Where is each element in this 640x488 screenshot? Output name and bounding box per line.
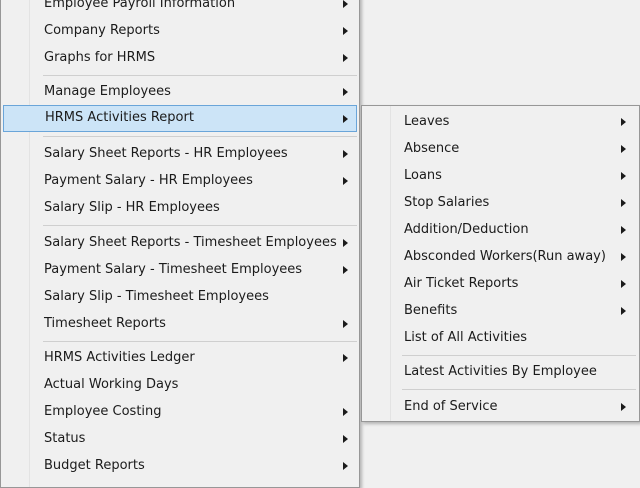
menu-item-salary-sheet-reports-timesheet[interactable]: Salary Sheet Reports - Timesheet Employe… (2, 230, 356, 255)
menu-item-label: Addition/Deduction (404, 222, 529, 237)
menu-item-label: Loans (404, 168, 442, 183)
submenu-arrow-icon (343, 319, 348, 328)
submenu-arrow-icon (621, 198, 626, 207)
menu-item-label: Salary Sheet Reports - HR Employees (44, 146, 288, 161)
menu-item-label: Salary Slip - Timesheet Employees (44, 289, 269, 304)
menu-item-label: HRMS Activities Report (45, 110, 194, 125)
menu-item-label: Salary Sheet Reports - Timesheet Employe… (44, 235, 337, 250)
submenu-item-absence[interactable]: Absence (363, 136, 636, 161)
menu-item-salary-sheet-reports-hr[interactable]: Salary Sheet Reports - HR Employees (2, 141, 356, 166)
submenu-hrms-activities-report: Leaves Absence Loans Stop Salaries Addit… (361, 105, 640, 422)
menu-item-label: Stop Salaries (404, 195, 490, 210)
menu-item-status[interactable]: Status (2, 426, 356, 451)
menu-item-employee-costing[interactable]: Employee Costing (2, 399, 356, 424)
menu-item-label: Employee Payroll Information (44, 0, 236, 11)
submenu-arrow-icon (621, 171, 626, 180)
menu-item-label: Payment Salary - HR Employees (44, 173, 253, 188)
menu-item-payment-salary-timesheet[interactable]: Payment Salary - Timesheet Employees (2, 257, 356, 282)
context-menu: Employee Payroll Information Company Rep… (0, 0, 360, 488)
menu-item-salary-slip-hr[interactable]: Salary Slip - HR Employees (2, 195, 356, 220)
menu-separator (402, 389, 636, 390)
menu-item-label: Payment Salary - Timesheet Employees (44, 262, 303, 277)
menu-item-company-reports[interactable]: Company Reports (2, 18, 356, 43)
submenu-item-addition-deduction[interactable]: Addition/Deduction (363, 217, 636, 242)
submenu-arrow-icon (343, 26, 348, 35)
menu-item-manage-employees[interactable]: Manage Employees (2, 79, 356, 104)
menu-item-payment-salary-hr[interactable]: Payment Salary - HR Employees (2, 168, 356, 193)
menu-separator (43, 136, 357, 137)
menu-item-label: Budget Reports (44, 458, 145, 473)
menu-item-label: Air Ticket Reports (404, 276, 519, 291)
submenu-item-absconded-workers[interactable]: Absconded Workers(Run away) (363, 244, 636, 269)
submenu-item-latest-activities-by-employee[interactable]: Latest Activities By Employee (363, 359, 636, 384)
menu-item-label: Absconded Workers(Run away) (404, 249, 606, 264)
menu-item-label: Actual Working Days (44, 377, 179, 392)
menu-item-label: Status (44, 431, 86, 446)
menu-item-label: Leaves (404, 114, 450, 129)
submenu-arrow-icon (621, 117, 626, 126)
menu-item-graphs-for-hrms[interactable]: Graphs for HRMS (2, 45, 356, 70)
menu-item-label: Latest Activities By Employee (404, 364, 597, 379)
submenu-arrow-icon (343, 0, 348, 8)
menu-item-employee-payroll-information[interactable]: Employee Payroll Information (2, 0, 356, 16)
menu-item-label: List of All Activities (404, 330, 528, 345)
submenu-arrow-icon (621, 225, 626, 234)
menu-separator (43, 75, 357, 76)
submenu-arrow-icon (343, 87, 348, 96)
menu-item-label: Employee Costing (44, 404, 162, 419)
menu-item-budget-reports[interactable]: Budget Reports (2, 453, 356, 478)
submenu-item-leaves[interactable]: Leaves (363, 109, 636, 134)
submenu-arrow-icon (621, 144, 626, 153)
submenu-arrow-icon (343, 176, 348, 185)
menu-item-label: HRMS Activities Ledger (44, 350, 195, 365)
menu-item-label: Salary Slip - HR Employees (44, 200, 220, 215)
menu-item-label: Absence (404, 141, 460, 156)
menu-item-hrms-activities-report[interactable]: HRMS Activities Report (3, 105, 357, 132)
submenu-arrow-icon (343, 434, 348, 443)
submenu-arrow-icon (343, 114, 348, 123)
menu-item-label: Manage Employees (44, 84, 171, 99)
menu-separator (402, 355, 636, 356)
submenu-arrow-icon (343, 238, 348, 247)
submenu-arrow-icon (343, 353, 348, 362)
submenu-arrow-icon (343, 265, 348, 274)
submenu-arrow-icon (621, 279, 626, 288)
submenu-arrow-icon (343, 461, 348, 470)
submenu-arrow-icon (343, 53, 348, 62)
menu-item-timesheet-reports[interactable]: Timesheet Reports (2, 311, 356, 336)
submenu-item-air-ticket-reports[interactable]: Air Ticket Reports (363, 271, 636, 296)
submenu-item-stop-salaries[interactable]: Stop Salaries (363, 190, 636, 215)
menu-item-hrms-activities-ledger[interactable]: HRMS Activities Ledger (2, 345, 356, 370)
submenu-arrow-icon (343, 149, 348, 158)
submenu-arrow-icon (621, 306, 626, 315)
menu-item-actual-working-days[interactable]: Actual Working Days (2, 372, 356, 397)
menu-item-label: Graphs for HRMS (44, 50, 156, 65)
menu-item-label: Benefits (404, 303, 458, 318)
submenu-arrow-icon (621, 252, 626, 261)
menu-separator (43, 341, 357, 342)
menu-item-salary-slip-timesheet[interactable]: Salary Slip - Timesheet Employees (2, 284, 356, 309)
submenu-item-list-of-all-activities[interactable]: List of All Activities (363, 325, 636, 350)
submenu-arrow-icon (621, 402, 626, 411)
submenu-arrow-icon (343, 407, 348, 416)
menu-separator (43, 225, 357, 226)
menu-item-label: Timesheet Reports (44, 316, 166, 331)
submenu-item-loans[interactable]: Loans (363, 163, 636, 188)
submenu-item-benefits[interactable]: Benefits (363, 298, 636, 323)
submenu-item-end-of-service[interactable]: End of Service (363, 394, 636, 419)
menu-item-label: Company Reports (44, 23, 160, 38)
menu-item-label: End of Service (404, 399, 498, 414)
